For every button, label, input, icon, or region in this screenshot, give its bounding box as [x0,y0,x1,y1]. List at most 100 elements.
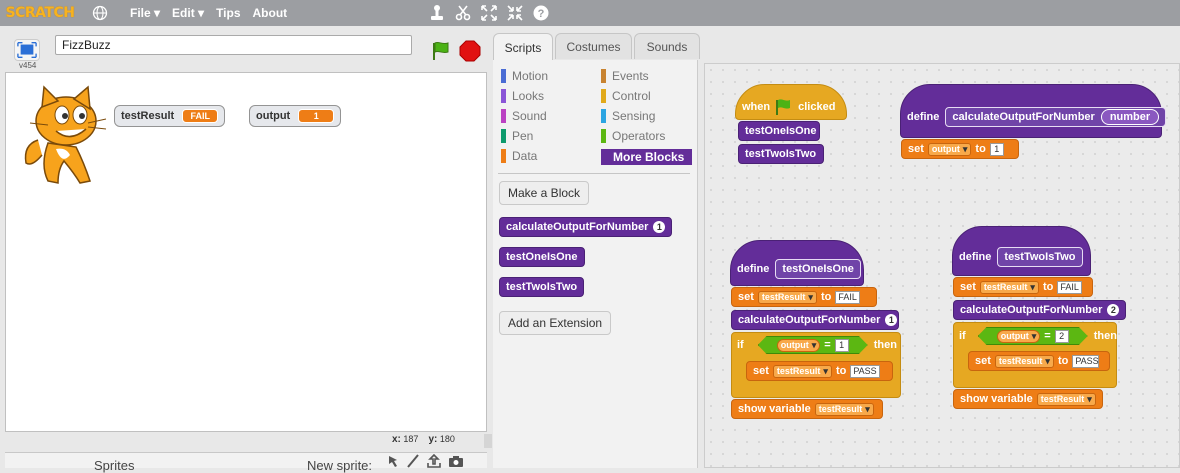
category-sound[interactable]: Sound [501,109,547,123]
block-arg[interactable]: 1 [885,314,898,326]
output-reporter[interactable]: output [996,329,1041,343]
block-label: show variable [738,403,811,415]
show-variable-block[interactable]: show variable testResult [731,399,883,419]
fullscreen-button[interactable] [14,39,40,61]
define-testoneisone-block[interactable]: define testOneIsOne [730,240,864,286]
monitor-output: output 1 [249,105,342,127]
set-testresult-pass-block[interactable]: settestResulttoPASS [968,351,1110,371]
add-extension-button[interactable]: Add an Extension [499,311,612,335]
stage-canvas[interactable]: testResult FAIL output 1 [5,72,487,432]
set-testresult-fail-block[interactable]: settestResulttoFAIL [731,287,877,307]
palette-block-testoneisone[interactable]: testOneIsOne [499,247,585,267]
block-arg[interactable]: 2 [1107,304,1120,316]
scratch-cat-sprite[interactable] [18,85,110,185]
choose-sprite-icon[interactable] [386,454,400,468]
menu-about[interactable]: About [253,6,288,20]
monitor-value: FAIL [182,109,219,123]
output-reporter[interactable]: output [776,338,821,352]
paint-sprite-icon[interactable] [406,454,420,468]
block-label: set [753,365,769,377]
shrink-icon[interactable] [506,4,524,22]
category-operators[interactable]: Operators [601,129,665,143]
category-motion[interactable]: Motion [501,69,548,83]
block-label: set [975,355,991,367]
block-label: when [742,101,771,113]
stop-sign-icon[interactable] [459,40,481,62]
category-color-swatch [601,109,606,123]
variable-dropdown[interactable]: testResult [772,364,832,378]
equals-operator[interactable]: output=2 [977,327,1088,345]
menu-file[interactable]: File ▾ [130,6,160,20]
language-globe-icon[interactable] [92,5,108,21]
monitor-label: testResult [121,110,175,122]
tab-costumes[interactable]: Costumes [555,33,632,59]
define-testtwoistwo-block[interactable]: define testTwoIsTwo [952,226,1091,276]
variable-dropdown[interactable]: output [927,142,972,156]
set-testresult-pass-block[interactable]: settestResulttoPASS [746,361,893,381]
variable-dropdown[interactable]: testResult [814,402,874,416]
value-input[interactable]: PASS [1072,354,1099,368]
category-color-swatch [601,69,606,83]
when-flag-clicked-block[interactable]: when clicked [735,84,847,120]
block-arg[interactable]: 1 [653,221,666,233]
value-input[interactable]: PASS [850,364,880,378]
palette-block-testtwoistwo[interactable]: testTwoIsTwo [499,277,585,297]
block-label: = [1044,330,1051,342]
green-flag-icon[interactable] [430,40,452,62]
variable-dropdown[interactable]: testResult [757,290,817,304]
category-label: Looks [512,89,545,103]
value-input[interactable]: FAIL [1057,280,1082,294]
collapse-stage-handle[interactable] [484,434,492,448]
tab-scripts[interactable]: Scripts [493,33,553,61]
call-calculate-block[interactable]: calculateOutputForNumber 1 [731,310,899,330]
scratch-logo[interactable]: SCRATCH [6,3,75,23]
equals-operator[interactable]: output=1 [757,336,868,354]
help-icon[interactable]: ? [532,4,550,22]
category-color-swatch [501,129,506,143]
variable-dropdown[interactable]: testResult [994,354,1054,368]
category-looks[interactable]: Looks [501,89,544,103]
number-param[interactable]: number [1100,109,1160,125]
if-then-header: if output=1 then [731,333,901,357]
set-testresult-fail-block[interactable]: settestResulttoFAIL [953,277,1093,297]
y-value: 180 [439,434,455,444]
category-more-blocks[interactable]: More Blocks [601,149,692,165]
tab-sounds[interactable]: Sounds [634,33,700,59]
variable-dropdown[interactable]: testResult [979,280,1039,294]
monitor-value: 1 [298,109,335,123]
menu-tips[interactable]: Tips [216,6,240,20]
define-calculate-block[interactable]: define calculateOutputForNumber number [900,84,1167,138]
category-control[interactable]: Control [601,89,651,103]
palette-block-calculate[interactable]: calculateOutputForNumber 1 [499,217,673,237]
value-input[interactable]: FAIL [835,290,860,304]
variable-dropdown[interactable]: testResult [1036,392,1096,406]
duplicate-stamp-icon[interactable] [428,4,446,22]
category-sensing[interactable]: Sensing [601,109,655,123]
category-label: Events [612,69,649,83]
x-label: x: [392,434,401,445]
project-name-input[interactable]: FizzBuzz [55,35,412,55]
value-input[interactable]: 1 [989,142,1004,156]
value-input[interactable]: 2 [1054,329,1069,343]
category-label: Pen [512,129,534,143]
block-prototype: testTwoIsTwo [997,247,1083,267]
set-output-block[interactable]: setoutputto1 [901,139,1019,159]
call-calculate-block[interactable]: calculateOutputForNumber 2 [953,300,1126,320]
category-data[interactable]: Data [501,149,537,163]
call-testoneisone-block[interactable]: testOneIsOne [738,121,820,141]
make-a-block-button[interactable]: Make a Block [499,181,590,205]
green-flag-icon [776,99,791,115]
cut-scissors-icon[interactable] [454,4,472,22]
category-pen[interactable]: Pen [501,129,533,143]
camera-icon[interactable] [448,454,464,468]
category-events[interactable]: Events [601,69,649,83]
grow-icon[interactable] [480,4,498,22]
call-testtwoistwo-block[interactable]: testTwoIsTwo [738,144,824,164]
block-label: calculateOutputForNumber [738,314,881,326]
show-variable-block[interactable]: show variable testResult [953,389,1103,409]
value-input[interactable]: 1 [834,338,849,352]
upload-sprite-icon[interactable] [426,454,442,468]
block-label: define [959,251,992,263]
menu-edit[interactable]: Edit ▾ [172,6,204,20]
block-label: = [824,339,831,351]
